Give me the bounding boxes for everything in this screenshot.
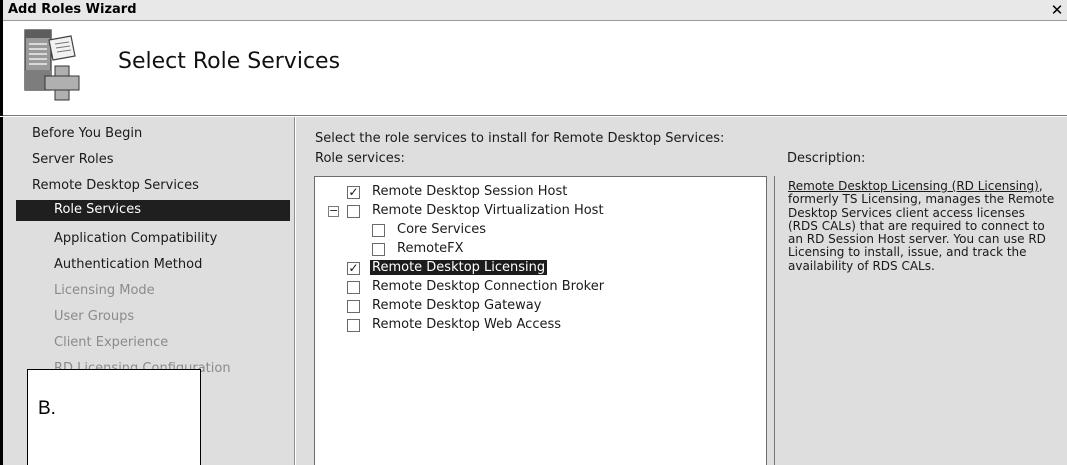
checkbox[interactable] <box>347 205 360 218</box>
window-edge <box>0 21 3 116</box>
role-services-tree: ✓ Remote Desktop Session Host − Remote D… <box>314 176 767 465</box>
server-roles-icon <box>24 29 80 101</box>
tree-item-label: Remote Desktop Licensing <box>370 260 548 275</box>
description-label: Description: <box>787 151 866 166</box>
page-title: Select Role Services <box>118 49 341 74</box>
nav-step-before-you-begin[interactable]: Before You Begin <box>32 126 142 141</box>
instruction-text: Select the role services to install for … <box>315 131 725 146</box>
description-body: , formerly TS Licensing, manages the Rem… <box>788 179 1055 273</box>
description-link[interactable]: Remote Desktop Licensing (RD Licensing) <box>788 179 1039 193</box>
close-button[interactable]: ✕ <box>1049 1 1065 19</box>
nav-step-authentication-method[interactable]: Authentication Method <box>54 257 202 272</box>
collapse-icon[interactable]: − <box>328 205 339 217</box>
window-title: Add Roles Wizard <box>8 2 137 17</box>
checkbox[interactable] <box>372 243 385 256</box>
tree-item-label: Remote Desktop Connection Broker <box>372 279 605 294</box>
nav-step-client-experience: Client Experience <box>54 335 169 350</box>
answer-label: B. <box>38 398 56 419</box>
checkbox[interactable] <box>372 224 385 237</box>
answer-label-box: B. <box>27 369 201 465</box>
window-edge <box>0 0 3 21</box>
nav-step-label: Role Services <box>54 202 141 217</box>
tree-item-label: RemoteFX <box>397 241 464 256</box>
role-services-label: Role services: <box>315 151 405 166</box>
tree-item-label: Remote Desktop Web Access <box>372 317 562 332</box>
nav-step-server-roles[interactable]: Server Roles <box>32 152 114 167</box>
wizard-header: Select Role Services <box>0 21 1067 116</box>
description-text: Remote Desktop Licensing (RD Licensing),… <box>788 179 1058 273</box>
tree-item-label: Remote Desktop Virtualization Host <box>372 203 604 218</box>
nav-step-user-groups: User Groups <box>54 309 135 324</box>
description-panel: Remote Desktop Licensing (RD Licensing),… <box>774 176 1067 465</box>
nav-step-remote-desktop-services[interactable]: Remote Desktop Services <box>32 178 199 193</box>
checkbox[interactable] <box>347 319 360 332</box>
title-bar: Add Roles Wizard ✕ <box>0 0 1067 21</box>
window-edge <box>0 117 3 465</box>
tree-item-label: Core Services <box>397 222 487 237</box>
nav-step-application-compatibility[interactable]: Application Compatibility <box>54 231 217 246</box>
tree-item-label: Remote Desktop Session Host <box>372 184 568 199</box>
checkbox[interactable]: ✓ <box>347 262 360 275</box>
checkbox[interactable] <box>347 281 360 294</box>
nav-step-licensing-mode: Licensing Mode <box>54 283 155 298</box>
checkbox[interactable] <box>347 300 360 313</box>
nav-step-role-services[interactable]: Role Services <box>16 200 290 221</box>
main-content: Select the role services to install for … <box>296 117 1067 465</box>
tree-item-label: Remote Desktop Gateway <box>372 298 542 313</box>
checkbox[interactable]: ✓ <box>347 186 360 199</box>
